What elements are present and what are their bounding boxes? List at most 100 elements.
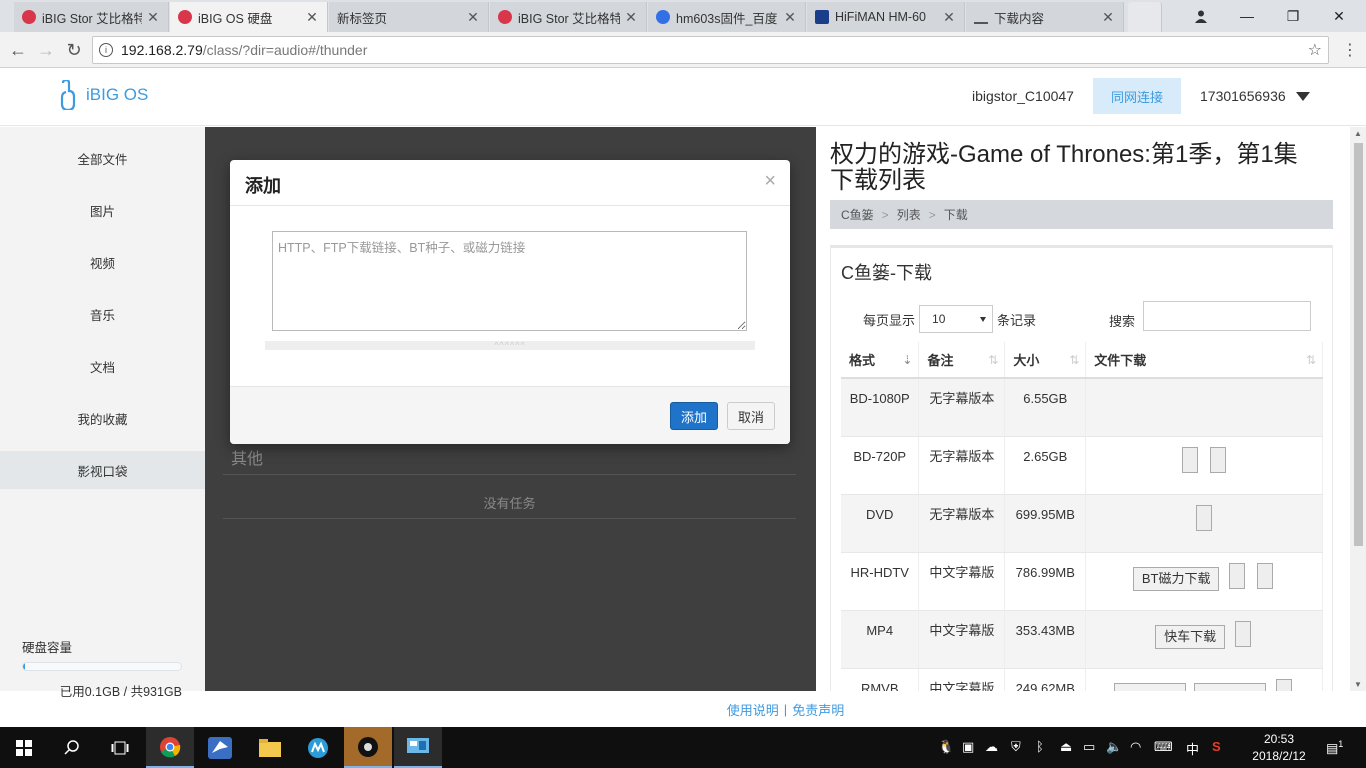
keyboard-icon[interactable]: ⌨ [1154, 739, 1173, 755]
browser-tab[interactable]: HiFiMAN HM-60 ✕ [807, 2, 965, 32]
logo[interactable]: iBIG OS [58, 80, 148, 110]
usb-icon[interactable]: ⏏ [1060, 739, 1072, 755]
browser-tab[interactable]: iBIG Stor 艾比格特 ✕ [490, 2, 647, 32]
disclaimer-link[interactable]: 免责声明 [792, 700, 844, 719]
browser-tab-active[interactable]: iBIG OS 硬盘 ✕ [170, 2, 328, 32]
download-link-button[interactable] [1182, 446, 1199, 473]
forward-arrow-icon[interactable]: → [34, 38, 58, 62]
account-dropdown[interactable]: 17301656936 [1200, 88, 1310, 104]
scroll-up-arrow-icon[interactable]: ▲ [1350, 129, 1366, 138]
remote-desktop-icon[interactable] [394, 727, 442, 768]
ime-indicator[interactable]: 中 [1186, 739, 1199, 758]
breadcrumb-item[interactable]: 列表 [897, 206, 921, 223]
window-close-button[interactable]: ✕ [1316, 0, 1362, 32]
cell-note: 无字幕版本 [918, 436, 1006, 495]
bluetooth-icon[interactable]: ᛒ [1036, 739, 1044, 754]
add-button[interactable]: 添加 [670, 402, 718, 430]
download-link-button[interactable] [1235, 620, 1252, 647]
download-link-button[interactable] [1229, 562, 1246, 589]
download-link-button[interactable] [1196, 504, 1213, 531]
bookmark-star-icon[interactable]: ☆ [1308, 40, 1322, 60]
minimize-button[interactable]: — [1224, 0, 1270, 32]
bird-app-icon[interactable] [196, 727, 244, 768]
restore-button[interactable]: ❐ [1270, 0, 1316, 32]
defender-shield-icon[interactable]: ⛨ [1011, 739, 1021, 755]
info-icon[interactable]: i [99, 43, 113, 57]
sidebar-item-documents[interactable]: 文档 [0, 347, 205, 385]
sidebar-item-music[interactable]: 音乐 [0, 295, 205, 333]
cell-format: DVD [841, 494, 920, 553]
scrollbar-thumb[interactable] [1354, 143, 1363, 546]
favicon-icon [22, 10, 36, 24]
close-tab-icon[interactable]: ✕ [783, 9, 797, 26]
bt-magnet-download-button[interactable]: BT磁力下载 [1132, 566, 1220, 591]
close-icon[interactable]: × [764, 170, 776, 193]
manual-link[interactable]: 使用说明 [727, 700, 779, 719]
sidebar-item-all-files[interactable]: 全部文件 [0, 139, 205, 177]
profile-icon[interactable] [1178, 0, 1224, 32]
page-subtitle: 下载列表 [830, 167, 926, 194]
download-link-button[interactable] [1276, 678, 1293, 691]
close-tab-icon[interactable]: ✕ [942, 9, 956, 26]
tab-title: hm603s固件_百度 [676, 11, 778, 26]
scroll-down-arrow-icon[interactable]: ▼ [1350, 680, 1366, 689]
tray-app-icon[interactable]: 🐧 [938, 739, 954, 755]
windows-start-icon[interactable] [0, 727, 48, 768]
lan-connect-button[interactable]: 同网连接 [1093, 78, 1181, 114]
file-explorer-icon[interactable] [246, 727, 294, 768]
maxthon-icon[interactable] [294, 727, 342, 768]
media-player-icon[interactable] [344, 727, 392, 768]
page-scrollbar[interactable]: ▲ ▼ [1350, 127, 1366, 691]
sidebar-item-pictures[interactable]: 图片 [0, 191, 205, 229]
column-header-download[interactable]: 文件下载 ⇅ [1085, 342, 1323, 379]
battery-icon[interactable]: ▭ [1083, 739, 1095, 755]
task-view-icon[interactable] [96, 727, 144, 768]
download-link-button[interactable] [1210, 446, 1227, 473]
close-tab-icon[interactable]: ✕ [624, 9, 638, 26]
reload-icon[interactable]: ↻ [62, 38, 86, 62]
action-center-icon[interactable]: ▤1 [1326, 739, 1343, 756]
sort-icon: ⇅ [988, 353, 999, 367]
sidebar-item-favorites[interactable]: 我的收藏 [0, 399, 205, 437]
chrome-icon[interactable] [146, 727, 194, 768]
close-tab-icon[interactable]: ✕ [466, 9, 480, 26]
new-tab-button[interactable] [1128, 2, 1162, 32]
box-title: C鱼篓-下载 [841, 263, 932, 283]
browser-tab[interactable]: 下载内容 ✕ [966, 2, 1124, 32]
column-header-size[interactable]: 大小 ⇅ [1004, 342, 1087, 379]
download-link-button[interactable] [1257, 562, 1274, 589]
tray-network-app-icon[interactable]: ▣ [962, 739, 974, 755]
table-search-input[interactable] [1143, 301, 1311, 331]
resize-handle[interactable]: ^^^^^^ [265, 341, 755, 350]
back-arrow-icon[interactable]: ← [6, 38, 30, 62]
wifi-icon[interactable]: ◠ [1130, 739, 1141, 755]
sogou-icon[interactable]: S [1212, 739, 1221, 754]
close-tab-icon[interactable]: ✕ [146, 9, 160, 26]
browser-tab[interactable]: iBIG Stor 艾比格特 ✕ [14, 2, 169, 32]
sidebar-item-media-pocket[interactable]: 影视口袋 [0, 451, 205, 489]
close-tab-icon[interactable]: ✕ [1101, 9, 1115, 26]
taskbar-clock[interactable]: 20:53 2018/2/12 [1248, 731, 1310, 765]
download-link-input[interactable] [272, 231, 747, 331]
browser-tab[interactable]: hm603s固件_百度 ✕ [648, 2, 806, 32]
browser-tab[interactable]: 新标签页 ✕ [329, 2, 489, 32]
sidebar-item-videos[interactable]: 视频 [0, 243, 205, 281]
table-row: MP4 中文字幕版 353.43MB 快车下载 [841, 610, 1323, 669]
volume-icon[interactable]: 🔈 [1106, 739, 1122, 755]
cell-download [1085, 494, 1323, 553]
page-length-select[interactable]: 10 [919, 305, 994, 333]
search-icon[interactable] [48, 727, 96, 768]
page-footer: 使用说明 | 免责声明 [205, 691, 1366, 727]
download-link-button[interactable] [1114, 682, 1187, 691]
cancel-button[interactable]: 取消 [727, 402, 775, 430]
menu-dots-icon[interactable]: ⋮ [1338, 38, 1362, 62]
dialog-header-divider [230, 205, 790, 206]
url-input[interactable]: i 192.168.2.79/class/?dir=audio#/thunder… [92, 36, 1329, 64]
download-link-button[interactable] [1194, 682, 1267, 691]
close-tab-icon[interactable]: ✕ [305, 9, 319, 26]
flashget-download-button[interactable]: 快车下载 [1155, 624, 1226, 649]
breadcrumb-item[interactable]: C鱼篓 [841, 206, 874, 223]
column-header-note[interactable]: 备注 ⇅ [918, 342, 1006, 379]
onedrive-icon[interactable]: ☁ [985, 739, 998, 755]
column-header-format[interactable]: 格式 ⇣ [841, 342, 920, 379]
